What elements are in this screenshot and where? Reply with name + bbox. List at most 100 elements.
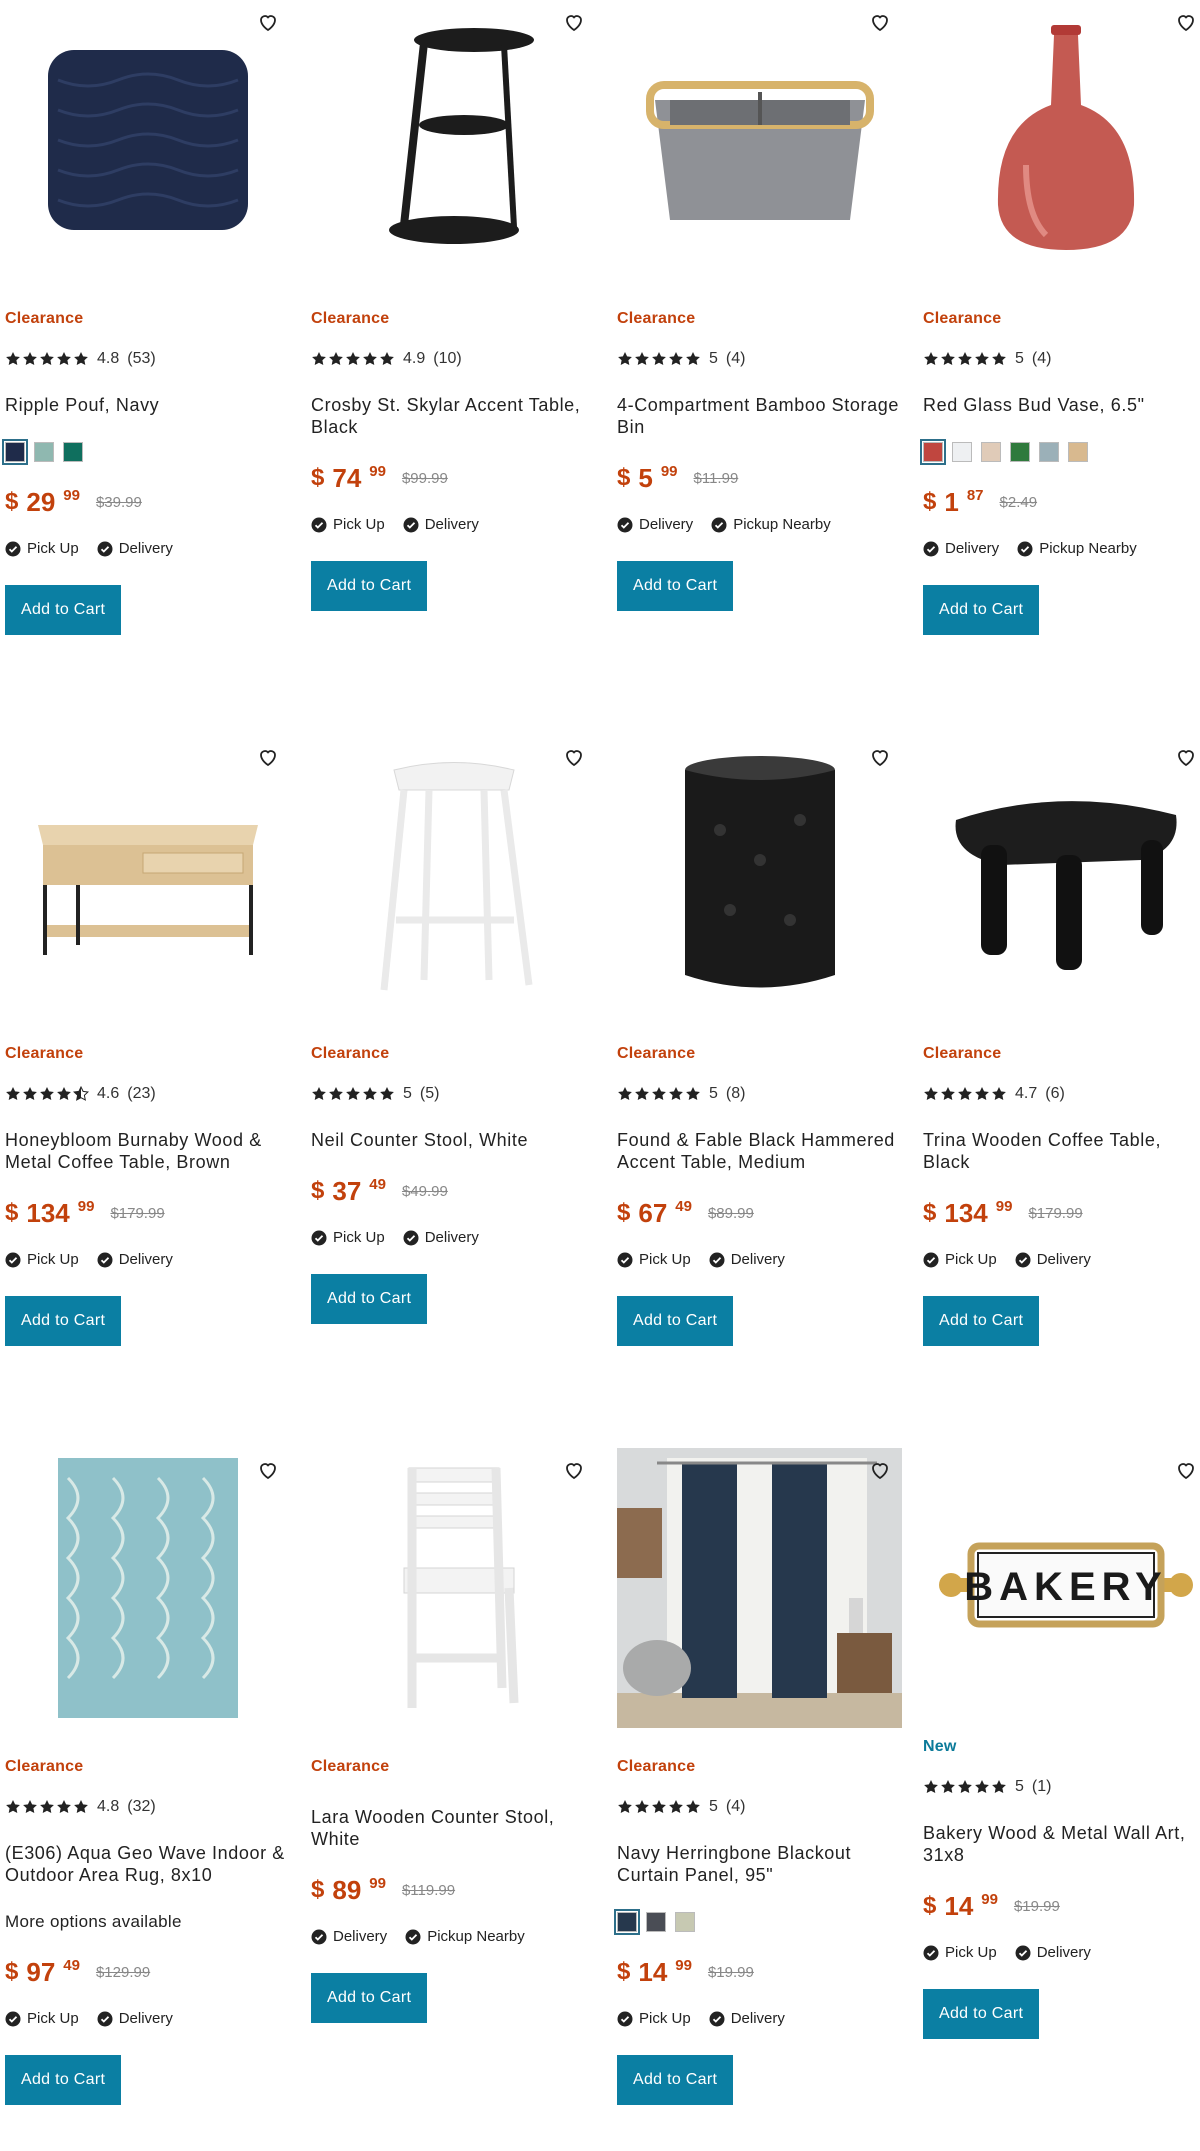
add-to-cart-button[interactable]: Add to Cart xyxy=(5,585,122,635)
rating[interactable]: 4.7 (6) xyxy=(923,1085,1200,1103)
heart-icon[interactable] xyxy=(256,10,280,34)
product-title[interactable]: Red Glass Bud Vase, 6.5" xyxy=(923,394,1200,416)
pouf-image[interactable] xyxy=(5,0,290,280)
add-to-cart-button[interactable]: Add to Cart xyxy=(923,1296,1040,1346)
product-title[interactable]: Crosby St. Skylar Accent Table, Black xyxy=(311,394,596,438)
color-swatch[interactable] xyxy=(63,442,83,462)
product-title[interactable]: Trina Wooden Coffee Table, Black xyxy=(923,1129,1200,1173)
rating[interactable]: 4.6 (23) xyxy=(5,1085,290,1103)
add-to-cart-button[interactable]: Add to Cart xyxy=(5,2055,122,2105)
product-card[interactable]: Clearance 5 (4) Red Glass Bud Vase, 6.5" $1 8… xyxy=(920,0,1200,635)
storage-bin-image[interactable] xyxy=(617,0,902,280)
color-swatch[interactable] xyxy=(34,442,54,462)
color-swatch[interactable] xyxy=(1039,442,1059,462)
vase-image[interactable] xyxy=(923,0,1200,280)
product-card[interactable]: Clearance 4.6 (23) Honeybloom Burnaby Wood … xyxy=(5,735,290,1346)
product-card[interactable]: Clearance Lara Wooden Counter Stool, Whit… xyxy=(311,1448,596,2023)
color-swatch[interactable] xyxy=(920,439,946,465)
add-to-cart-button[interactable]: Add to Cart xyxy=(5,1296,122,1346)
price-dollars: 29 xyxy=(26,487,56,517)
price-row: $134 99 $179.99 xyxy=(923,1199,1200,1228)
product-card[interactable]: BAKERY New 5 (1) Bakery Wood & Metal Wall Ar… xyxy=(923,1448,1200,2039)
rating-value: 4.6 xyxy=(97,1085,120,1102)
heart-icon[interactable] xyxy=(868,10,892,34)
product-title[interactable]: (E306) Aqua Geo Wave Indoor & Outdoor Ar… xyxy=(5,1842,290,1886)
accent-table-image[interactable] xyxy=(311,0,596,280)
heart-icon[interactable] xyxy=(562,10,586,34)
curtain-image[interactable] xyxy=(617,1448,902,1728)
rating[interactable]: 5 (4) xyxy=(923,350,1200,368)
heart-icon[interactable] xyxy=(256,745,280,769)
product-title[interactable]: Found & Fable Black Hammered Accent Tabl… xyxy=(617,1129,902,1173)
rating[interactable]: 4.8 (53) xyxy=(5,350,290,368)
star-icon xyxy=(992,1780,1006,1793)
coffee-table-image[interactable] xyxy=(5,735,290,1015)
fulfillment-label: Delivery xyxy=(730,1251,785,1268)
color-swatch[interactable] xyxy=(614,1909,640,1935)
star-icon xyxy=(57,352,71,365)
rating-value: 5 xyxy=(1015,350,1024,367)
chair-image[interactable] xyxy=(311,1448,596,1728)
rating[interactable]: 5 (1) xyxy=(923,1778,1200,1796)
heart-icon[interactable] xyxy=(562,745,586,769)
fulfillment-label: Pickup Nearby xyxy=(1039,540,1137,557)
product-card[interactable]: Clearance 5 (5) Neil Counter Stool, White $3… xyxy=(311,735,596,1324)
color-swatch[interactable] xyxy=(1010,442,1030,462)
star-icon xyxy=(941,1087,955,1100)
product-title[interactable]: Honeybloom Burnaby Wood & Metal Coffee T… xyxy=(5,1129,290,1173)
rating[interactable]: 5 (8) xyxy=(617,1085,902,1103)
star-icon xyxy=(23,1800,37,1813)
rating[interactable]: 4.8 (32) xyxy=(5,1798,290,1816)
original-price: $49.99 xyxy=(401,1183,448,1200)
add-to-cart-button[interactable]: Add to Cart xyxy=(311,561,428,611)
color-swatch[interactable] xyxy=(1068,442,1088,462)
bakery-sign-image[interactable]: BAKERY xyxy=(923,1448,1200,1728)
product-card[interactable]: Clearance 4.9 (10) Crosby St. Skylar Accent… xyxy=(311,0,596,611)
product-title[interactable]: Navy Herringbone Blackout Curtain Panel,… xyxy=(617,1842,902,1886)
heart-icon[interactable] xyxy=(562,1458,586,1482)
product-title[interactable]: Bakery Wood & Metal Wall Art, 31x8 xyxy=(923,1822,1200,1866)
product-title[interactable]: 4-Compartment Bamboo Storage Bin xyxy=(617,394,902,438)
add-to-cart-button[interactable]: Add to Cart xyxy=(617,561,734,611)
product-title[interactable]: Ripple Pouf, Navy xyxy=(5,394,290,416)
fulfillment-label: Pick Up xyxy=(945,1251,997,1268)
product-title[interactable]: Lara Wooden Counter Stool, White xyxy=(311,1806,596,1850)
product-card[interactable]: Clearance 5 (4) 4-Compartment Bamboo Storag… xyxy=(617,0,902,611)
stool-image[interactable] xyxy=(311,735,596,1015)
rating[interactable]: 5 (4) xyxy=(617,1798,902,1816)
heart-icon[interactable] xyxy=(1174,1458,1198,1482)
product-card[interactable]: Clearance 5 (4) Navy Herringbone Blackout C… xyxy=(614,1448,902,2105)
add-to-cart-button[interactable]: Add to Cart xyxy=(923,585,1040,635)
black-coffee-table-image[interactable] xyxy=(923,735,1200,1015)
currency-symbol: $ xyxy=(311,464,325,491)
add-to-cart-button[interactable]: Add to Cart xyxy=(311,1274,428,1324)
add-to-cart-button[interactable]: Add to Cart xyxy=(617,2055,734,2105)
add-to-cart-button[interactable]: Add to Cart xyxy=(923,1989,1040,2039)
rating[interactable]: 5 (4) xyxy=(617,350,902,368)
color-swatch[interactable] xyxy=(675,1912,695,1932)
color-swatch[interactable] xyxy=(2,439,28,465)
product-card[interactable]: Clearance 4.8 (53) Ripple Pouf, Navy $29 99 $3… xyxy=(2,0,290,635)
product-card[interactable]: Clearance 5 (8) Found & Fable Black Hammere… xyxy=(617,735,902,1346)
color-swatch[interactable] xyxy=(646,1912,666,1932)
product-card[interactable]: Clearance 4.7 (6) Trina Wooden Coffee Table… xyxy=(923,735,1200,1346)
heart-icon[interactable] xyxy=(256,1458,280,1482)
drum-table-image[interactable] xyxy=(617,735,902,1015)
fulfillment-label: Pickup Nearby xyxy=(733,516,831,533)
more-options-link[interactable]: More options available xyxy=(5,1912,290,1932)
star-icon xyxy=(992,352,1006,365)
product-title[interactable]: Neil Counter Stool, White xyxy=(311,1129,596,1151)
add-to-cart-button[interactable]: Add to Cart xyxy=(311,1973,428,2023)
add-to-cart-button[interactable]: Add to Cart xyxy=(617,1296,734,1346)
rating[interactable]: 5 (5) xyxy=(311,1085,596,1103)
heart-icon[interactable] xyxy=(868,1458,892,1482)
rating[interactable]: 4.9 (10) xyxy=(311,350,596,368)
heart-icon[interactable] xyxy=(1174,745,1198,769)
heart-icon[interactable] xyxy=(1174,10,1198,34)
color-swatch[interactable] xyxy=(981,442,1001,462)
heart-icon[interactable] xyxy=(868,745,892,769)
color-swatch[interactable] xyxy=(952,442,972,462)
price-cents: 99 xyxy=(63,487,80,504)
product-card[interactable]: Clearance 4.8 (32) (E306) Aqua Geo Wave Ind… xyxy=(5,1448,290,2105)
rug-image[interactable] xyxy=(5,1448,290,1728)
